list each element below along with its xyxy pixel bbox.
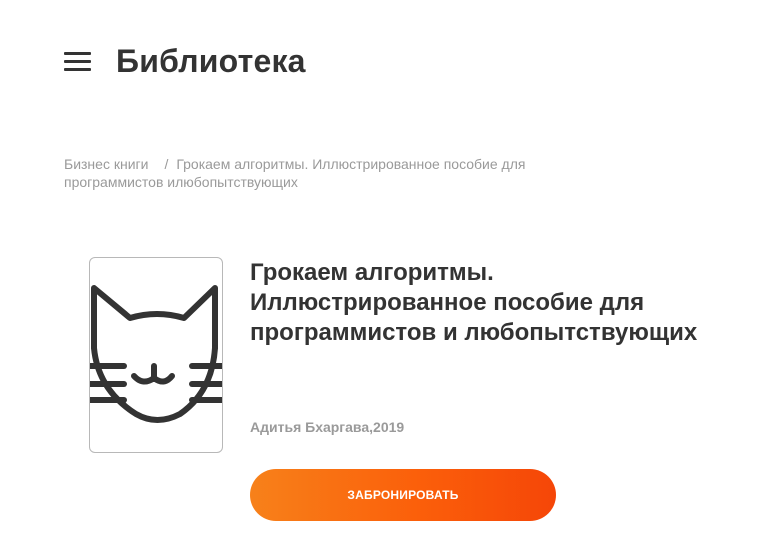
hamburger-menu-icon[interactable] — [64, 52, 91, 72]
book-author: Адитья Бхаргава — [250, 419, 370, 435]
reserve-button[interactable]: ЗАБРОНИРОВАТЬ — [250, 469, 556, 521]
menu-bar — [64, 68, 91, 71]
breadcrumb: Бизнес книги / Грокаем алгоритмы. Иллюстри… — [64, 155, 624, 191]
book-title: Грокаем алгоритмы. Иллюстрированное посо… — [250, 259, 698, 346]
book-author-year: Адитья Бхаргава,2019 — [250, 419, 405, 435]
breadcrumb-category-link[interactable]: Бизнес книги — [64, 156, 148, 172]
site-title: Библиотека — [116, 43, 306, 79]
breadcrumb-separator: / — [164, 156, 169, 172]
menu-bar — [64, 60, 91, 63]
book-year: 2019 — [373, 419, 405, 435]
cat-face-icon — [90, 285, 222, 423]
book-cover[interactable] — [89, 257, 223, 453]
menu-bar — [64, 52, 91, 55]
